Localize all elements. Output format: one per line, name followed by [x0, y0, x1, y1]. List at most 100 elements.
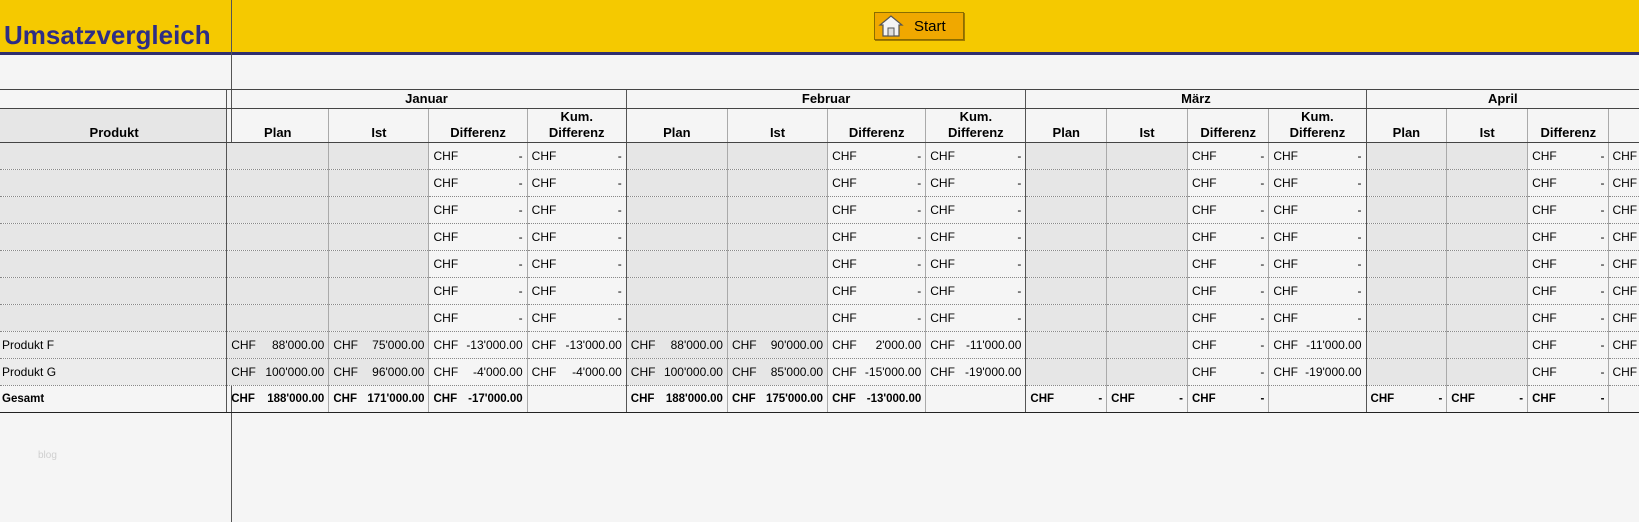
mar-ist-cell[interactable] [1106, 304, 1188, 332]
mar-ist-cell[interactable] [1106, 331, 1188, 359]
feb-diff-cell[interactable]: CHF - [827, 142, 926, 170]
total-apr-plan[interactable]: CHF - [1365, 385, 1447, 413]
jan-kum-cell[interactable]: CHF - [526, 196, 627, 224]
apr-diff-cell[interactable]: CHF - [1527, 223, 1609, 251]
jan-ist-cell[interactable] [328, 250, 429, 278]
total-jan-kum[interactable] [526, 385, 627, 413]
total-apr-ist[interactable]: CHF - [1446, 385, 1528, 413]
apr-plan-cell[interactable] [1365, 358, 1447, 386]
jan-plan-cell[interactable] [226, 304, 329, 332]
feb-diff-cell[interactable]: CHF 2'000.00 [827, 331, 926, 359]
feb-plan-cell[interactable] [625, 169, 728, 197]
feb-ist-cell[interactable] [726, 223, 828, 251]
feb-kum-cell[interactable]: CHF - [925, 169, 1026, 197]
feb-kum-cell[interactable]: CHF - [925, 250, 1026, 278]
feb-diff-cell[interactable]: CHF - [827, 223, 926, 251]
apr-plan-cell[interactable] [1365, 331, 1447, 359]
total-jan-diff[interactable]: CHF -17'000.00 [428, 385, 528, 413]
mar-plan-cell[interactable] [1025, 142, 1107, 170]
apr-ist-cell[interactable] [1446, 304, 1528, 332]
jan-ist-cell[interactable] [328, 277, 429, 305]
mar-kum-cell[interactable]: CHF - [1268, 250, 1367, 278]
jan-plan-cell[interactable] [226, 142, 329, 170]
total-feb-kum[interactable] [925, 385, 1026, 413]
total-mar-ist[interactable]: CHF - [1106, 385, 1188, 413]
mar-plan-cell[interactable] [1025, 250, 1107, 278]
mar-plan-cell[interactable] [1025, 196, 1107, 224]
feb-plan-cell[interactable]: CHF 88'000.00 [625, 331, 728, 359]
jan-ist-cell[interactable] [328, 169, 429, 197]
apr-ist-cell[interactable] [1446, 169, 1528, 197]
apr-ist-cell[interactable] [1446, 331, 1528, 359]
product-name[interactable] [0, 169, 227, 197]
feb-kum-cell[interactable]: CHF - [925, 196, 1026, 224]
total-mar-kum[interactable] [1268, 385, 1367, 413]
feb-diff-cell[interactable]: CHF - [827, 304, 926, 332]
apr-diff-cell[interactable]: CHF - [1527, 277, 1609, 305]
product-name[interactable] [0, 250, 227, 278]
jan-ist-cell[interactable] [328, 223, 429, 251]
feb-ist-cell[interactable] [726, 169, 828, 197]
jan-ist-cell[interactable] [328, 196, 429, 224]
feb-ist-cell[interactable] [726, 250, 828, 278]
mar-plan-cell[interactable] [1025, 358, 1107, 386]
mar-kum-cell[interactable]: CHF - [1268, 304, 1367, 332]
mar-ist-cell[interactable] [1106, 196, 1188, 224]
jan-kum-cell[interactable]: CHF - [526, 169, 627, 197]
apr-diff-cell[interactable]: CHF - [1527, 250, 1609, 278]
feb-ist-cell[interactable] [726, 196, 828, 224]
feb-plan-cell[interactable] [625, 250, 728, 278]
apr-ist-cell[interactable] [1446, 250, 1528, 278]
mar-kum-cell[interactable]: CHF - [1268, 142, 1367, 170]
total-mar-diff[interactable]: CHF - [1186, 385, 1269, 413]
product-name[interactable] [0, 196, 227, 224]
jan-plan-cell[interactable] [226, 196, 329, 224]
feb-plan-cell[interactable] [625, 304, 728, 332]
feb-diff-cell[interactable]: CHF - [827, 169, 926, 197]
feb-kum-cell[interactable]: CHF - [925, 142, 1026, 170]
mar-ist-cell[interactable] [1106, 142, 1188, 170]
mar-ist-cell[interactable] [1106, 250, 1188, 278]
jan-kum-cell[interactable]: CHF - [526, 223, 627, 251]
mar-diff-cell[interactable]: CHF - [1186, 169, 1269, 197]
mar-ist-cell[interactable] [1106, 277, 1188, 305]
mar-diff-cell[interactable]: CHF - [1186, 358, 1269, 386]
total-feb-ist[interactable]: CHF 175'000.00 [726, 385, 828, 413]
feb-kum-cell[interactable]: CHF - [925, 277, 1026, 305]
mar-diff-cell[interactable]: CHF - [1186, 304, 1269, 332]
total-feb-plan[interactable]: CHF 188'000.00 [625, 385, 728, 413]
product-name[interactable] [0, 142, 227, 170]
jan-plan-cell[interactable] [226, 169, 329, 197]
start-button[interactable]: Start [874, 12, 964, 40]
jan-plan-cell[interactable]: CHF 88'000.00 [226, 331, 329, 359]
apr-plan-cell[interactable] [1365, 304, 1447, 332]
mar-plan-cell[interactable] [1025, 223, 1107, 251]
feb-kum-cell[interactable]: CHF - [925, 304, 1026, 332]
jan-plan-cell[interactable]: CHF 100'000.00 [226, 358, 329, 386]
mar-diff-cell[interactable]: CHF - [1186, 142, 1269, 170]
apr-diff-cell[interactable]: CHF - [1527, 196, 1609, 224]
apr-plan-cell[interactable] [1365, 196, 1447, 224]
total-mar-plan[interactable]: CHF - [1025, 385, 1107, 413]
apr-ist-cell[interactable] [1446, 196, 1528, 224]
apr-plan-cell[interactable] [1365, 142, 1447, 170]
total-jan-ist[interactable]: CHF 171'000.00 [328, 385, 429, 413]
apr-plan-cell[interactable] [1365, 250, 1447, 278]
apr-diff-cell[interactable]: CHF - [1527, 304, 1609, 332]
mar-plan-cell[interactable] [1025, 277, 1107, 305]
mar-diff-cell[interactable]: CHF - [1186, 250, 1269, 278]
mar-diff-cell[interactable]: CHF - [1186, 196, 1269, 224]
jan-diff-cell[interactable]: CHF - [428, 142, 528, 170]
jan-diff-cell[interactable]: CHF - [428, 169, 528, 197]
jan-kum-cell[interactable]: CHF - [526, 250, 627, 278]
mar-kum-cell[interactable]: CHF - [1268, 223, 1367, 251]
mar-diff-cell[interactable]: CHF - [1186, 331, 1269, 359]
feb-ist-cell[interactable] [726, 304, 828, 332]
mar-kum-cell[interactable]: CHF - [1268, 169, 1367, 197]
feb-kum-cell[interactable]: CHF -11'000.00 [925, 331, 1026, 359]
mar-kum-cell[interactable]: CHF -19'000.00 [1268, 358, 1367, 386]
jan-kum-cell[interactable]: CHF -13'000.00 [526, 331, 627, 359]
feb-ist-cell[interactable]: CHF 85'000.00 [726, 358, 828, 386]
product-name[interactable] [0, 223, 227, 251]
apr-plan-cell[interactable] [1365, 169, 1447, 197]
